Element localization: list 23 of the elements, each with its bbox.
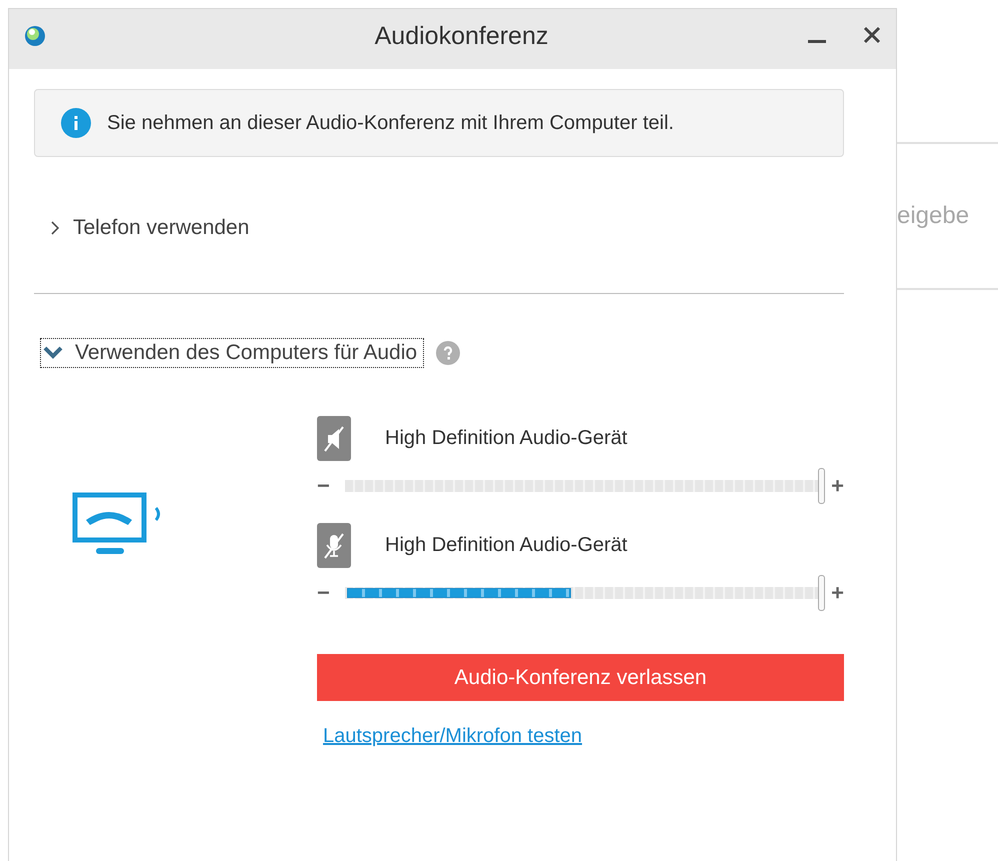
- share-label: eigebe: [897, 202, 970, 230]
- volume-down-button[interactable]: −: [317, 473, 345, 499]
- slider-thumb[interactable]: [818, 575, 825, 611]
- info-icon: [61, 108, 91, 138]
- window-title: Audiokonferenz: [374, 22, 550, 50]
- device-name: High Definition Audio-Gerät: [385, 427, 628, 450]
- section-expander[interactable]: Telefon verwenden: [46, 213, 256, 243]
- globe-icon: [23, 24, 47, 48]
- volume-down-button[interactable]: −: [317, 580, 345, 606]
- muted-microphone-icon[interactable]: [317, 523, 351, 568]
- chevron-down-icon: [43, 346, 63, 360]
- muted-speaker-icon[interactable]: [317, 416, 351, 461]
- chevron-right-icon: [49, 220, 61, 236]
- section-expander[interactable]: Verwenden des Computers für Audio: [40, 338, 424, 368]
- volume-up-button[interactable]: +: [822, 473, 844, 499]
- close-icon[interactable]: [862, 25, 882, 45]
- leave-conference-button[interactable]: Audio-Konferenz verlassen: [317, 654, 844, 701]
- device-name: High Definition Audio-Gerät: [385, 534, 628, 557]
- info-message: Sie nehmen an dieser Audio-Konferenz mit Ihrem Computer teil.: [107, 112, 674, 134]
- volume-up-button[interactable]: +: [822, 580, 844, 606]
- slider-thumb[interactable]: [818, 468, 825, 504]
- help-icon[interactable]: [436, 341, 460, 365]
- test-devices-link[interactable]: Lautsprecher/Mikrofon testen: [323, 725, 582, 748]
